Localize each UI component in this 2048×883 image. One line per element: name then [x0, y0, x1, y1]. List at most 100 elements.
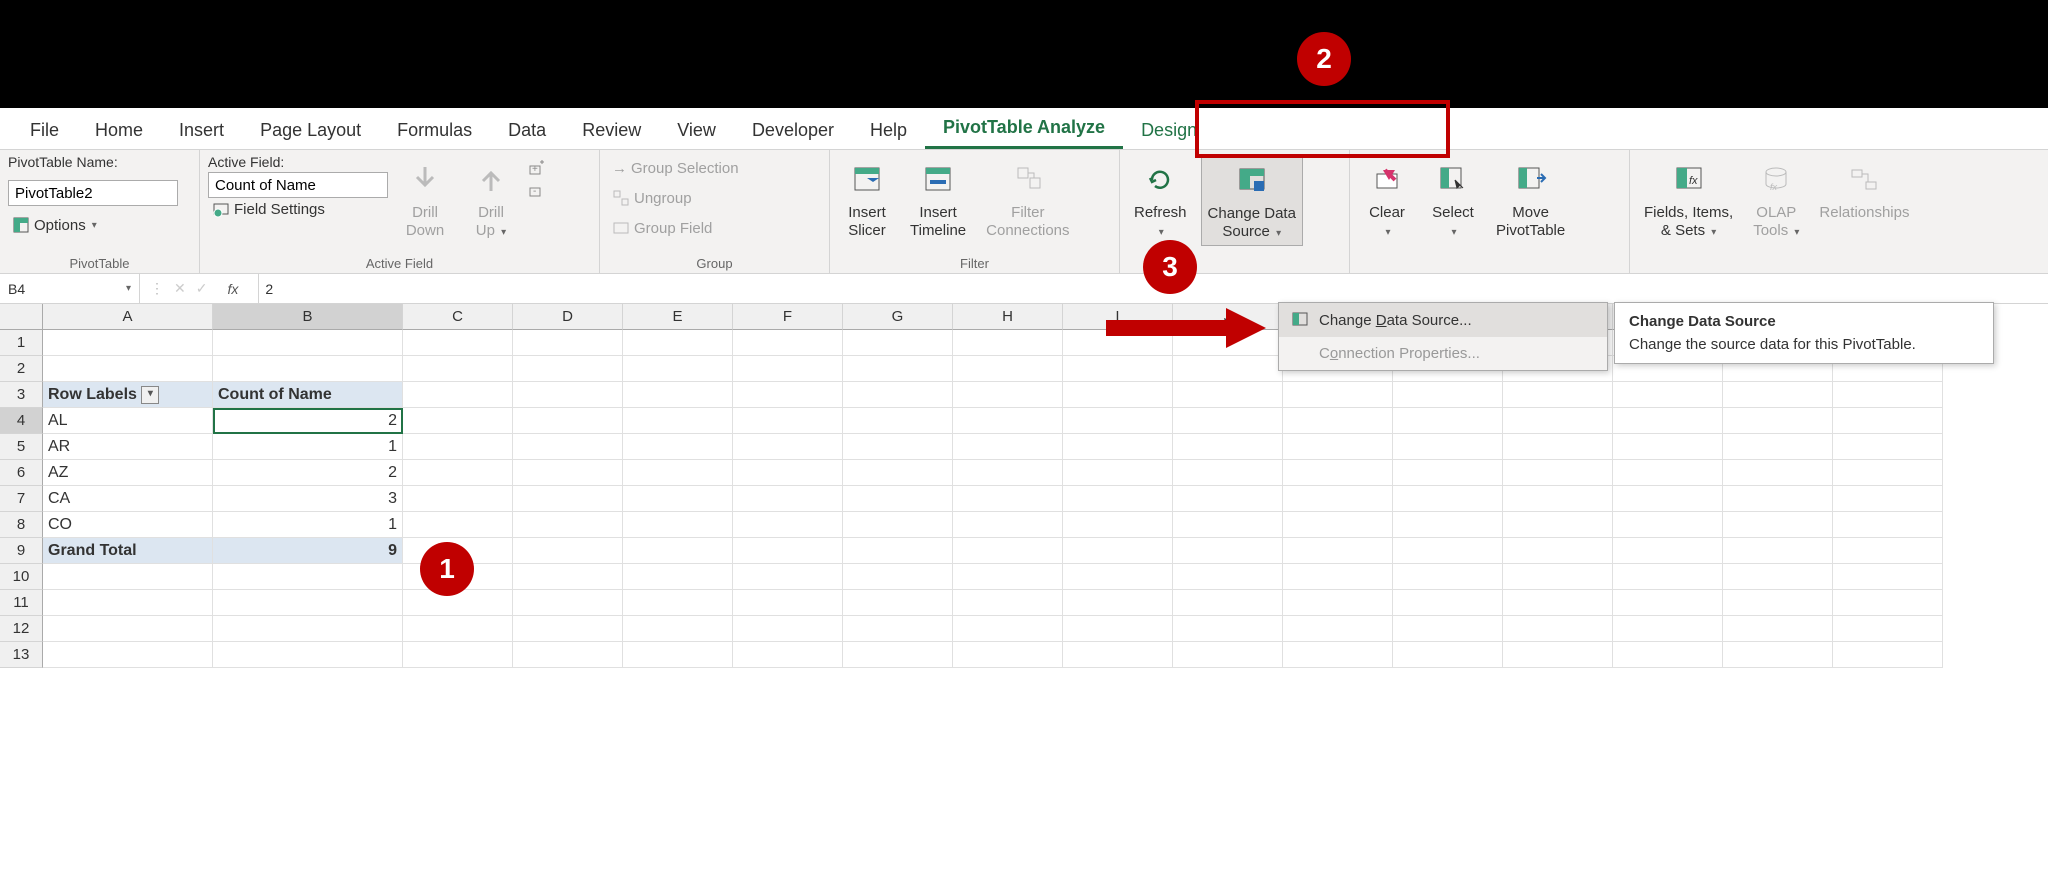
cell-F4[interactable]	[733, 408, 843, 434]
cell-L13[interactable]	[1393, 642, 1503, 668]
cell-M12[interactable]	[1503, 616, 1613, 642]
cell-K4[interactable]	[1283, 408, 1393, 434]
column-header-D[interactable]: D	[513, 304, 623, 330]
cell-B9[interactable]: 9	[213, 538, 403, 564]
cell-P4[interactable]	[1833, 408, 1943, 434]
cell-N8[interactable]	[1613, 512, 1723, 538]
cell-O7[interactable]	[1723, 486, 1833, 512]
cell-A10[interactable]	[43, 564, 213, 590]
column-header-E[interactable]: E	[623, 304, 733, 330]
cell-I5[interactable]	[1063, 434, 1173, 460]
name-box[interactable]: B4▾	[0, 274, 140, 303]
cell-E2[interactable]	[623, 356, 733, 382]
tab-page-layout[interactable]: Page Layout	[242, 112, 379, 149]
cell-O3[interactable]	[1723, 382, 1833, 408]
options-button[interactable]: Options▾	[8, 214, 191, 236]
cell-H4[interactable]	[953, 408, 1063, 434]
cell-H11[interactable]	[953, 590, 1063, 616]
cell-D12[interactable]	[513, 616, 623, 642]
cell-B4[interactable]: 2	[213, 408, 403, 434]
cell-L6[interactable]	[1393, 460, 1503, 486]
cell-G4[interactable]	[843, 408, 953, 434]
cell-G6[interactable]	[843, 460, 953, 486]
cell-O13[interactable]	[1723, 642, 1833, 668]
cell-A11[interactable]	[43, 590, 213, 616]
row-header-8[interactable]: 8	[0, 512, 43, 538]
cell-E4[interactable]	[623, 408, 733, 434]
cell-D7[interactable]	[513, 486, 623, 512]
cell-B13[interactable]	[213, 642, 403, 668]
cell-C6[interactable]	[403, 460, 513, 486]
cell-L10[interactable]	[1393, 564, 1503, 590]
cell-F1[interactable]	[733, 330, 843, 356]
cell-D11[interactable]	[513, 590, 623, 616]
cell-A5[interactable]: AR	[43, 434, 213, 460]
cell-P13[interactable]	[1833, 642, 1943, 668]
cell-D3[interactable]	[513, 382, 623, 408]
cell-A2[interactable]	[43, 356, 213, 382]
cell-P7[interactable]	[1833, 486, 1943, 512]
cell-N9[interactable]	[1613, 538, 1723, 564]
cell-N12[interactable]	[1613, 616, 1723, 642]
tab-review[interactable]: Review	[564, 112, 659, 149]
cell-N6[interactable]	[1613, 460, 1723, 486]
cell-J7[interactable]	[1173, 486, 1283, 512]
cell-G10[interactable]	[843, 564, 953, 590]
column-header-C[interactable]: C	[403, 304, 513, 330]
insert-slicer-button[interactable]: Insert Slicer	[838, 154, 896, 244]
cell-D10[interactable]	[513, 564, 623, 590]
cell-B5[interactable]: 1	[213, 434, 403, 460]
cell-L5[interactable]	[1393, 434, 1503, 460]
cell-F5[interactable]	[733, 434, 843, 460]
cell-C3[interactable]	[403, 382, 513, 408]
column-header-A[interactable]: A	[43, 304, 213, 330]
cell-E8[interactable]	[623, 512, 733, 538]
column-header-G[interactable]: G	[843, 304, 953, 330]
cell-K6[interactable]	[1283, 460, 1393, 486]
tab-pivottable-analyze[interactable]: PivotTable Analyze	[925, 109, 1123, 149]
cell-J11[interactable]	[1173, 590, 1283, 616]
cell-K7[interactable]	[1283, 486, 1393, 512]
cell-P3[interactable]	[1833, 382, 1943, 408]
cell-F2[interactable]	[733, 356, 843, 382]
cell-B11[interactable]	[213, 590, 403, 616]
cell-K10[interactable]	[1283, 564, 1393, 590]
cell-P11[interactable]	[1833, 590, 1943, 616]
expand-field-icon[interactable]: +	[528, 160, 546, 178]
cell-L4[interactable]	[1393, 408, 1503, 434]
cell-F9[interactable]	[733, 538, 843, 564]
cell-I11[interactable]	[1063, 590, 1173, 616]
cell-J13[interactable]	[1173, 642, 1283, 668]
collapse-field-icon[interactable]: -	[528, 182, 546, 200]
cell-B7[interactable]: 3	[213, 486, 403, 512]
cell-N4[interactable]	[1613, 408, 1723, 434]
select-all-corner[interactable]	[0, 304, 43, 330]
cell-D5[interactable]	[513, 434, 623, 460]
cell-B12[interactable]	[213, 616, 403, 642]
cell-K12[interactable]	[1283, 616, 1393, 642]
fields-items-sets-button[interactable]: fx Fields, Items, & Sets ▾	[1638, 154, 1739, 244]
cell-G1[interactable]	[843, 330, 953, 356]
cell-L11[interactable]	[1393, 590, 1503, 616]
cell-H2[interactable]	[953, 356, 1063, 382]
cell-M11[interactable]	[1503, 590, 1613, 616]
cell-E10[interactable]	[623, 564, 733, 590]
cell-O5[interactable]	[1723, 434, 1833, 460]
cell-J5[interactable]	[1173, 434, 1283, 460]
cell-L9[interactable]	[1393, 538, 1503, 564]
row-header-9[interactable]: 9	[0, 538, 43, 564]
cell-O12[interactable]	[1723, 616, 1833, 642]
cell-K11[interactable]	[1283, 590, 1393, 616]
cell-F8[interactable]	[733, 512, 843, 538]
tab-help[interactable]: Help	[852, 112, 925, 149]
tab-developer[interactable]: Developer	[734, 112, 852, 149]
row-header-10[interactable]: 10	[0, 564, 43, 590]
cell-H9[interactable]	[953, 538, 1063, 564]
cell-C2[interactable]	[403, 356, 513, 382]
change-data-source-button[interactable]: Change Data Source ▾	[1201, 154, 1303, 246]
column-header-F[interactable]: F	[733, 304, 843, 330]
cell-L12[interactable]	[1393, 616, 1503, 642]
cell-E7[interactable]	[623, 486, 733, 512]
cell-P5[interactable]	[1833, 434, 1943, 460]
cell-N11[interactable]	[1613, 590, 1723, 616]
